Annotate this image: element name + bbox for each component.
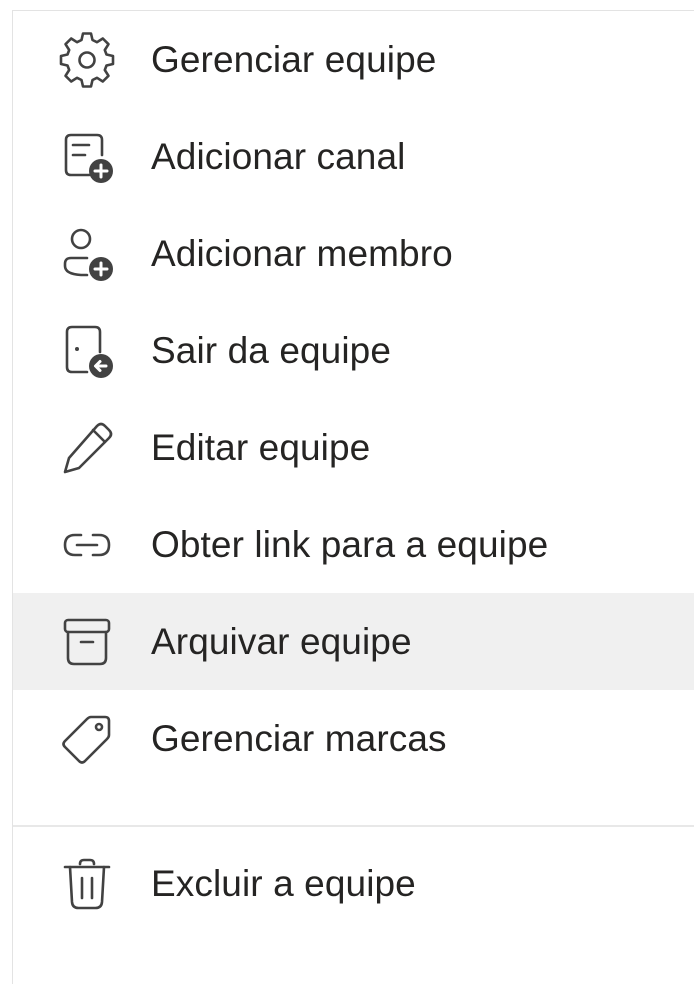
menu-item-label: Gerenciar equipe [151,38,437,80]
menu-item-edit-team[interactable]: Editar equipe [13,399,694,496]
menu-section-danger: Excluir a equipe [13,835,694,932]
menu-item-label: Excluir a equipe [151,862,416,904]
leave-team-icon [55,319,119,383]
add-member-icon [55,222,119,286]
menu-section-main: Gerenciar equipe Adicionar canal Adicion… [13,11,694,787]
archive-icon [55,610,119,674]
menu-item-add-member[interactable]: Adicionar membro [13,205,694,302]
menu-item-manage-team[interactable]: Gerenciar equipe [13,11,694,108]
menu-item-label: Arquivar equipe [151,620,412,662]
link-icon [55,513,119,577]
pencil-icon [55,416,119,480]
menu-item-label: Editar equipe [151,426,371,468]
menu-item-delete-team[interactable]: Excluir a equipe [13,835,694,932]
menu-item-leave-team[interactable]: Sair da equipe [13,302,694,399]
add-channel-icon [55,125,119,189]
menu-item-label: Adicionar membro [151,232,453,274]
menu-item-get-link[interactable]: Obter link para a equipe [13,496,694,593]
menu-item-manage-tags[interactable]: Gerenciar marcas [13,690,694,787]
menu-item-label: Gerenciar marcas [151,717,447,759]
gear-icon [55,28,119,92]
tag-icon [55,707,119,771]
trash-icon [55,852,119,916]
menu-item-label: Adicionar canal [151,135,406,177]
team-options-menu: Gerenciar equipe Adicionar canal Adicion… [12,10,694,984]
menu-item-label: Obter link para a equipe [151,523,549,565]
menu-divider [13,787,694,835]
menu-item-add-channel[interactable]: Adicionar canal [13,108,694,205]
menu-item-archive-team[interactable]: Arquivar equipe [13,593,694,690]
menu-item-label: Sair da equipe [151,329,392,371]
